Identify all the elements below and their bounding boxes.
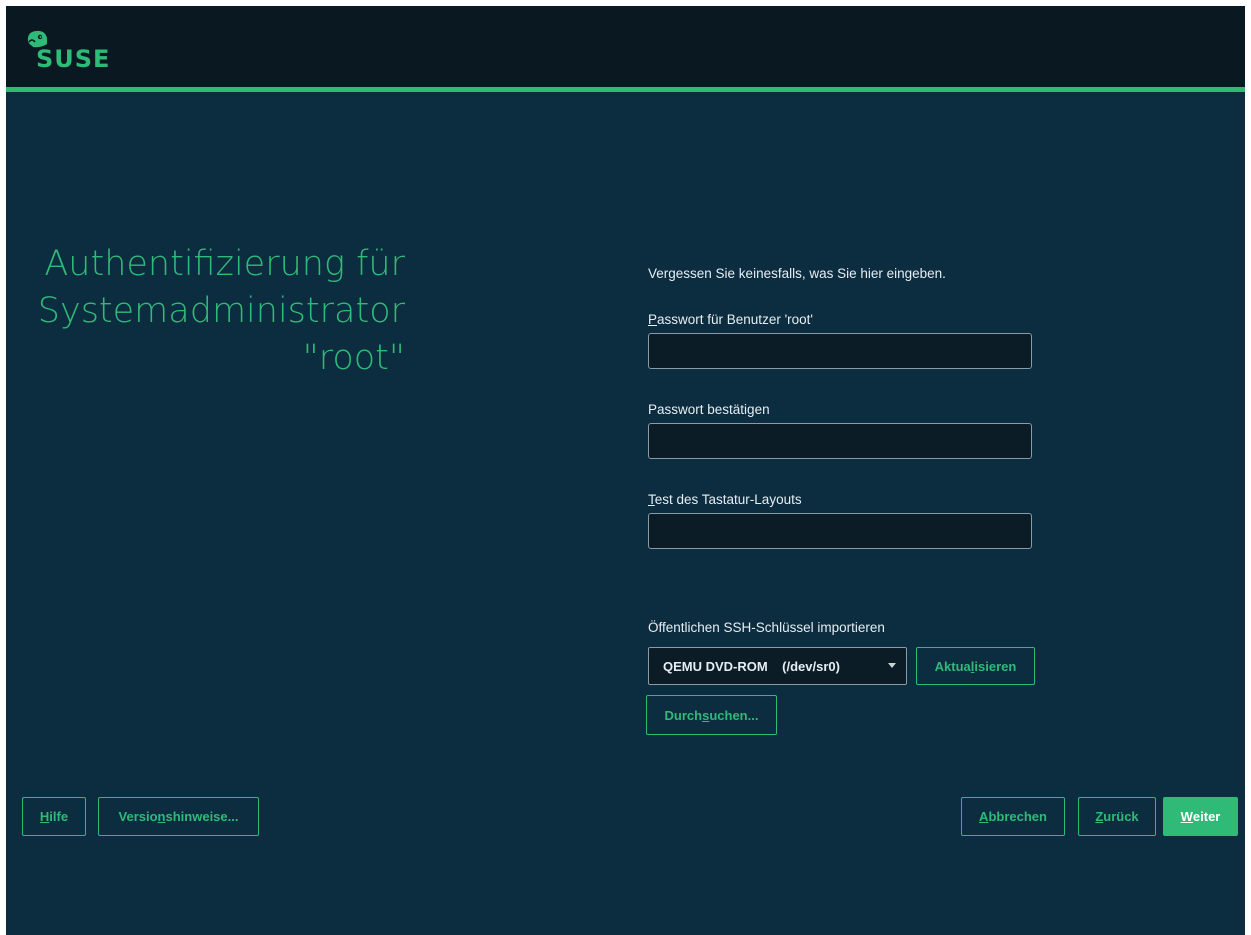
help-label-accel: H (39, 809, 50, 824)
back-button[interactable]: Zurück (1078, 797, 1156, 836)
confirm-label-accel: g (747, 402, 755, 417)
password-label: Passwort für Benutzer 'root' (648, 312, 813, 328)
keyboard-test-label: Test des Tastatur-Layouts (648, 492, 802, 508)
password-hint: Vergessen Sie keinesfalls, was Sie hier … (648, 266, 946, 281)
browse-button[interactable]: Durch s uchen... (646, 695, 777, 735)
ssh-device-value: QEMU DVD-ROM (/dev/sr0) (663, 659, 840, 674)
confirm-password-field[interactable] (648, 423, 1032, 459)
title-line-2: Systemadministrator (37, 291, 405, 331)
notes-label-accel: n (157, 809, 166, 824)
installer-window: SUSE Authentifizierung für Systemadminis… (6, 6, 1245, 935)
abort-label-accel: A (979, 809, 989, 824)
suse-logo-text: SUSE (36, 45, 111, 73)
confirm-label-pre: Passwort bestäti (648, 402, 748, 417)
next-label-text: eiter (1192, 809, 1221, 824)
confirm-password-label: Passwort bestätigen (648, 402, 770, 418)
ssh-key-label: Öffentlichen SSH-Schlüssel importieren (648, 620, 885, 635)
header-accent-line (6, 87, 1245, 92)
next-button[interactable]: Weiter (1163, 797, 1238, 836)
refresh-label-post: isieren (974, 658, 1017, 674)
help-button[interactable]: Hilfe (22, 797, 86, 836)
title-line-1: Authentifizierung für (44, 244, 405, 284)
browse-label-accel: s (702, 707, 710, 723)
abort-label-text: bbrechen (988, 809, 1047, 824)
abort-button[interactable]: Abbrechen (961, 797, 1065, 836)
notes-label-pre: Versio (118, 809, 158, 824)
ssh-device-select[interactable]: QEMU DVD-ROM (/dev/sr0) (648, 647, 907, 685)
refresh-button[interactable]: Aktua l isieren (916, 647, 1035, 685)
title-line-3: "root" (302, 338, 405, 378)
page-title: Authentifizierung für Systemadministrato… (6, 241, 405, 382)
keyboard-test-label-text: est des Tastatur-Layouts (654, 492, 802, 507)
notes-label-post: shinweise... (165, 809, 239, 824)
browse-label-post: uchen... (709, 707, 759, 723)
back-label-accel: Z (1095, 809, 1104, 824)
next-label-accel: W (1180, 809, 1193, 824)
confirm-label-post: en (754, 402, 770, 417)
browse-label-pre: Durch (664, 707, 703, 723)
keyboard-test-field[interactable] (648, 513, 1032, 549)
chevron-down-icon (888, 663, 896, 668)
release-notes-button[interactable]: Versio n shinweise... (98, 797, 259, 836)
password-label-accel: P (648, 312, 658, 327)
keyboard-test-label-accel: T (648, 492, 655, 507)
header-bar: SUSE (6, 6, 1245, 87)
help-label-text: ilfe (49, 809, 69, 824)
refresh-label-pre: Aktua (934, 658, 971, 674)
password-field[interactable] (648, 333, 1032, 369)
password-label-text: asswort für Benutzer 'root' (657, 312, 813, 327)
back-label-text: urück (1103, 809, 1139, 824)
